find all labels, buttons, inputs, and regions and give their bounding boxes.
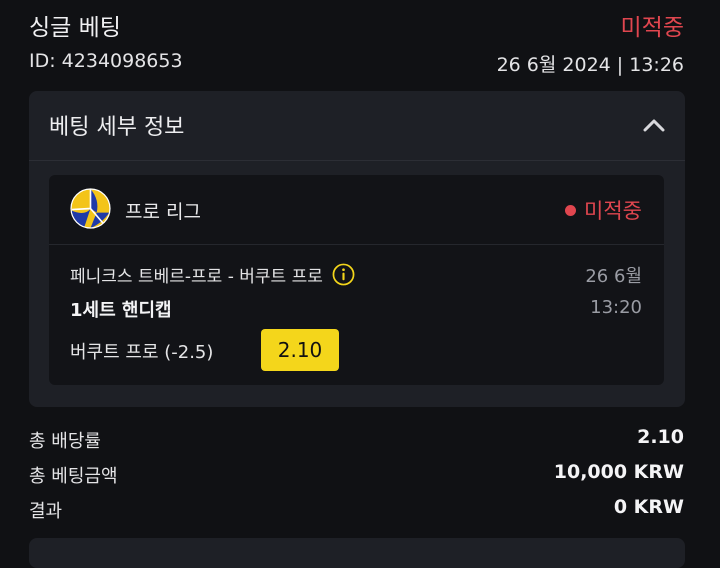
- bet-details-panel: 베팅 세부 정보 프로 리그 미적중 페니크스 트베르-프로 - 버쿠트 프로: [29, 91, 685, 407]
- bet-details-header[interactable]: 베팅 세부 정보: [29, 91, 685, 161]
- bet-details-title: 베팅 세부 정보: [49, 115, 185, 140]
- event-header: 프로 리그 미적중: [49, 175, 664, 245]
- info-icon[interactable]: [332, 263, 355, 286]
- selection-name: 버쿠트 프로 (-2.5): [70, 342, 214, 363]
- bet-id: ID: 4234098653: [29, 50, 183, 72]
- volleyball-icon: [70, 188, 111, 229]
- result-label: 결과: [29, 501, 63, 522]
- league-name: 프로 리그: [125, 201, 201, 223]
- match-name: 페니크스 트베르-프로 - 버쿠트 프로: [70, 262, 355, 287]
- match-time: 13:20: [590, 297, 642, 318]
- total-stake-label: 총 베팅금액: [29, 466, 118, 487]
- bet-status: 미적중: [620, 15, 684, 41]
- status-dot-icon: [565, 204, 577, 216]
- chevron-up-icon[interactable]: [641, 113, 667, 137]
- bet-datetime: 26 6월 2024 | 13:26: [496, 54, 684, 76]
- result-value: 0 KRW: [613, 496, 684, 518]
- bet-type-title: 싱글 베팅: [29, 15, 121, 41]
- event-card: 프로 리그 미적중 페니크스 트베르-프로 - 버쿠트 프로 26 6월 1세트…: [49, 175, 664, 385]
- match-name-label: 페니크스 트베르-프로 - 버쿠트 프로: [70, 267, 323, 287]
- market-name: 1세트 핸디캡: [70, 300, 172, 321]
- bottom-panel: [29, 538, 685, 568]
- match-date: 26 6월: [585, 266, 642, 287]
- event-status: 미적중: [565, 195, 642, 225]
- total-odds-label: 총 배당률: [29, 431, 101, 452]
- total-stake-value: 10,000 KRW: [553, 461, 684, 483]
- odds-badge: 2.10: [261, 329, 339, 371]
- event-status-label: 미적중: [584, 199, 642, 223]
- total-odds-value: 2.10: [637, 426, 684, 448]
